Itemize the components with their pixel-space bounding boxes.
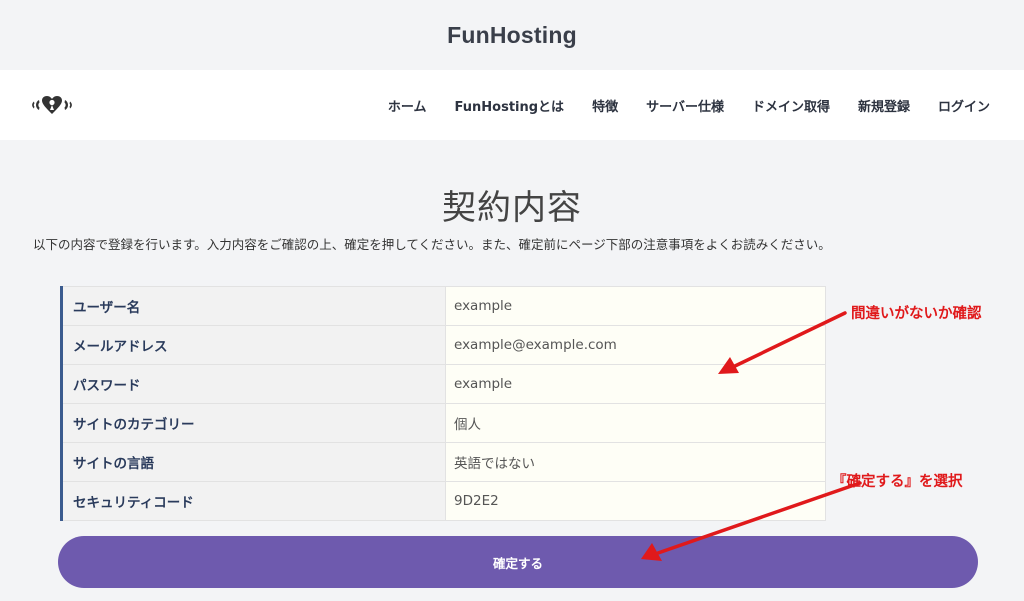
intro-text: 以下の内容で登録を行います。入力内容をご確認の上、確定を押してください。また、確… bbox=[33, 237, 831, 252]
row-value: 9D2E2 bbox=[445, 481, 826, 521]
confirm-button[interactable]: 確定する bbox=[58, 536, 978, 588]
table-row: セキュリティコード 9D2E2 bbox=[60, 481, 826, 521]
row-label: サイトの言語 bbox=[60, 442, 446, 482]
nav-item-features[interactable]: 特徴 bbox=[592, 96, 618, 115]
site-title: FunHosting bbox=[447, 21, 577, 48]
row-value: example@example.com bbox=[445, 325, 826, 365]
nav-item-login[interactable]: ログイン bbox=[938, 96, 990, 115]
nav-item-signup[interactable]: 新規登録 bbox=[858, 96, 910, 115]
row-label: サイトのカテゴリー bbox=[60, 403, 446, 443]
row-value: example bbox=[445, 364, 826, 404]
table-row: ユーザー名 example bbox=[60, 286, 826, 326]
row-label: パスワード bbox=[60, 364, 446, 404]
nav-item-home[interactable]: ホーム bbox=[388, 96, 427, 115]
nav-item-server-specs[interactable]: サーバー仕様 bbox=[646, 96, 724, 115]
nav-item-domain[interactable]: ドメイン取得 bbox=[752, 96, 830, 115]
row-value: example bbox=[445, 286, 826, 326]
annotation-check: 間違いがないか確認 bbox=[851, 306, 982, 322]
row-value: 個人 bbox=[445, 403, 826, 443]
navbar: ホーム FunHostingとは 特徴 サーバー仕様 ドメイン取得 新規登録 ロ… bbox=[0, 70, 1024, 140]
logo-icon[interactable] bbox=[30, 94, 74, 116]
contract-details-table: ユーザー名 example メールアドレス example@example.co… bbox=[60, 286, 826, 521]
table-row: サイトのカテゴリー 個人 bbox=[60, 403, 826, 443]
row-value: 英語ではない bbox=[445, 442, 826, 482]
row-label: メールアドレス bbox=[60, 325, 446, 365]
nav-item-about[interactable]: FunHostingとは bbox=[455, 96, 565, 115]
row-label: ユーザー名 bbox=[60, 286, 446, 326]
table-row: パスワード example bbox=[60, 364, 826, 404]
main-nav: ホーム FunHostingとは 特徴 サーバー仕様 ドメイン取得 新規登録 ロ… bbox=[388, 70, 990, 140]
annotation-select: 『確定する』を選択 bbox=[832, 474, 963, 490]
table-row: サイトの言語 英語ではない bbox=[60, 442, 826, 482]
page-title: 契約内容 bbox=[442, 188, 582, 228]
row-label: セキュリティコード bbox=[60, 481, 446, 521]
table-row: メールアドレス example@example.com bbox=[60, 325, 826, 365]
